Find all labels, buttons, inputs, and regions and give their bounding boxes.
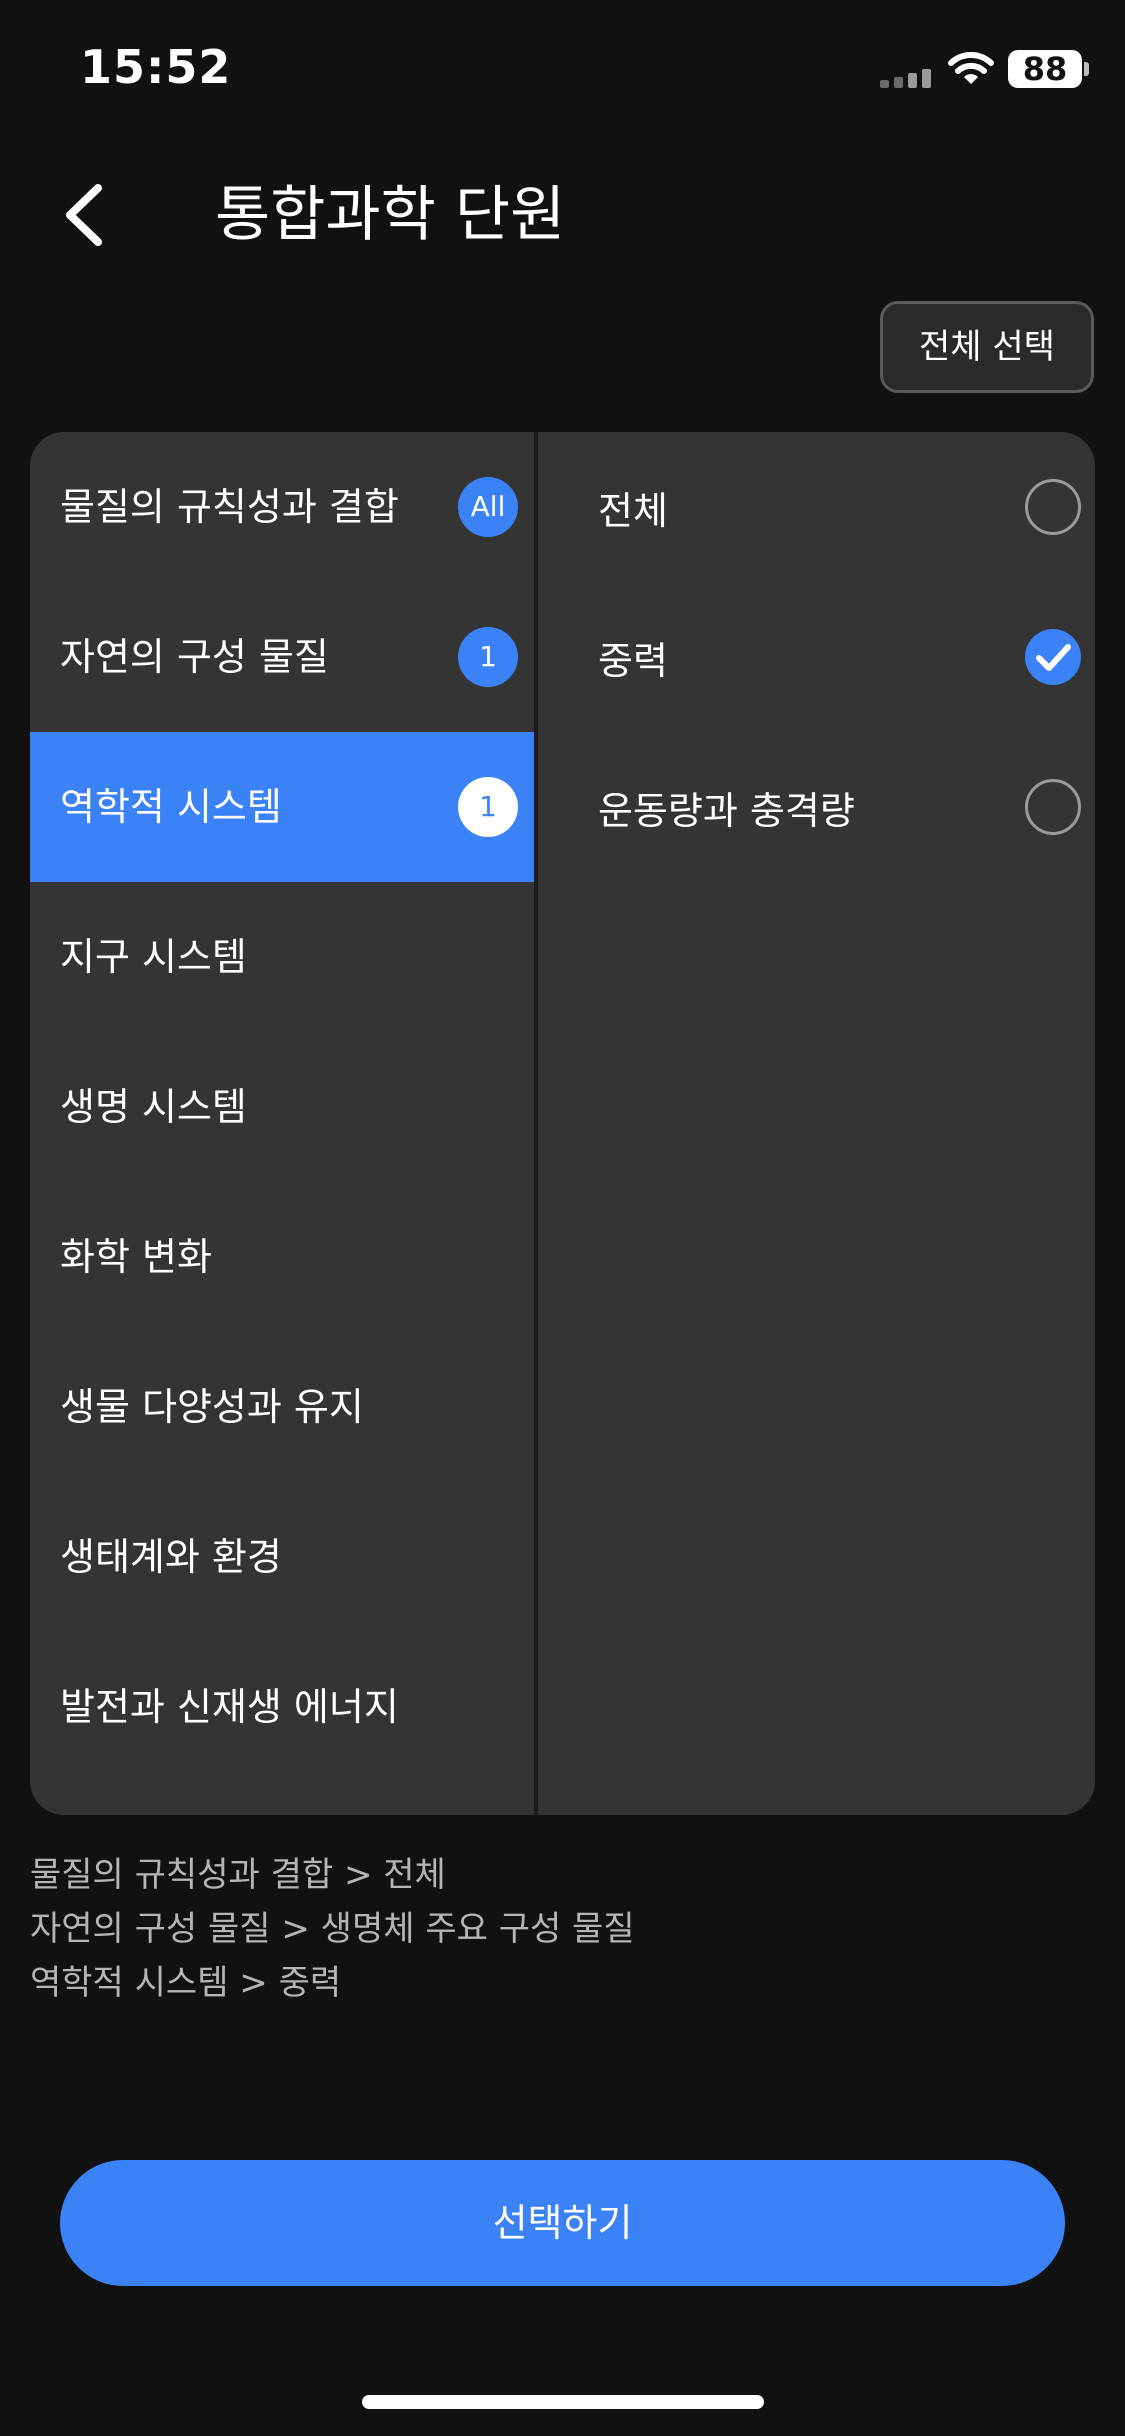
radio-unchecked-icon[interactable] xyxy=(1025,779,1081,835)
battery-tip xyxy=(1084,62,1089,76)
status-time: 15:52 xyxy=(80,40,232,94)
checkmark-circle-icon[interactable] xyxy=(1025,629,1081,685)
category-item-7[interactable]: 생물 다양성과 유지 xyxy=(30,1332,534,1482)
category-item-1[interactable]: 물질의 규칙성과 결합 All xyxy=(30,432,534,582)
summary-line: 물질의 규칙성과 결합 > 전체 xyxy=(30,1855,446,1895)
summary-line: 자연의 구성 물질 > 생명체 주요 구성 물질 xyxy=(30,1909,635,1949)
subunit-label: 중력 xyxy=(598,638,668,683)
status-bar: 15:52 88 xyxy=(0,0,1125,140)
category-item-5[interactable]: 생명 시스템 xyxy=(30,1032,534,1182)
category-badge: 1 xyxy=(458,777,518,837)
unit-selector-panel: 물질의 규칙성과 결합 All 자연의 구성 물질 1 역학적 시스템 1 지구… xyxy=(30,432,1095,1815)
page-title: 통합과학 단원 xyxy=(215,180,566,250)
radio-unchecked-icon[interactable] xyxy=(1025,479,1081,535)
subunit-item-all[interactable]: 전체 xyxy=(538,432,1095,582)
home-indicator xyxy=(362,2395,764,2409)
subunit-label: 전체 xyxy=(598,488,668,533)
category-badge: All xyxy=(458,477,518,537)
category-label: 자연의 구성 물질 xyxy=(60,635,329,679)
category-item-8[interactable]: 생태계와 환경 xyxy=(30,1482,534,1632)
category-label: 발전과 신재생 에너지 xyxy=(60,1685,399,1729)
category-label: 지구 시스템 xyxy=(60,935,247,979)
summary-line: 역학적 시스템 > 중력 xyxy=(30,1963,342,2003)
selection-summary: 물질의 규칙성과 결합 > 전체 자연의 구성 물질 > 생명체 주요 구성 물… xyxy=(30,1848,1095,2010)
category-label: 화학 변화 xyxy=(60,1235,212,1279)
category-label: 물질의 규칙성과 결합 xyxy=(60,485,399,529)
category-item-2[interactable]: 자연의 구성 물질 1 xyxy=(30,582,534,732)
select-all-button[interactable]: 전체 선택 xyxy=(880,301,1094,393)
battery-icon: 88 xyxy=(1008,50,1082,88)
category-list: 물질의 규칙성과 결합 All 자연의 구성 물질 1 역학적 시스템 1 지구… xyxy=(30,432,534,1815)
category-item-3[interactable]: 역학적 시스템 1 xyxy=(30,732,534,882)
category-label: 역학적 시스템 xyxy=(60,785,282,829)
chevron-left-icon xyxy=(66,184,102,246)
subunit-item-gravity[interactable]: 중력 xyxy=(538,582,1095,732)
category-item-4[interactable]: 지구 시스템 xyxy=(30,882,534,1032)
subunit-item-momentum[interactable]: 운동량과 충격량 xyxy=(538,732,1095,882)
back-button[interactable] xyxy=(50,170,120,260)
confirm-select-button[interactable]: 선택하기 xyxy=(60,2160,1065,2286)
category-item-9[interactable]: 발전과 신재생 에너지 xyxy=(30,1632,534,1782)
category-label: 생명 시스템 xyxy=(60,1085,247,1129)
category-badge: 1 xyxy=(458,627,518,687)
subunit-list: 전체 중력 운동량과 충격량 xyxy=(538,432,1095,1815)
category-label: 생태계와 환경 xyxy=(60,1535,282,1579)
cellular-signal-icon xyxy=(880,69,931,88)
category-label: 생물 다양성과 유지 xyxy=(60,1385,364,1429)
category-item-6[interactable]: 화학 변화 xyxy=(30,1182,534,1332)
subunit-label: 운동량과 충격량 xyxy=(598,788,855,833)
wifi-icon xyxy=(948,52,994,84)
